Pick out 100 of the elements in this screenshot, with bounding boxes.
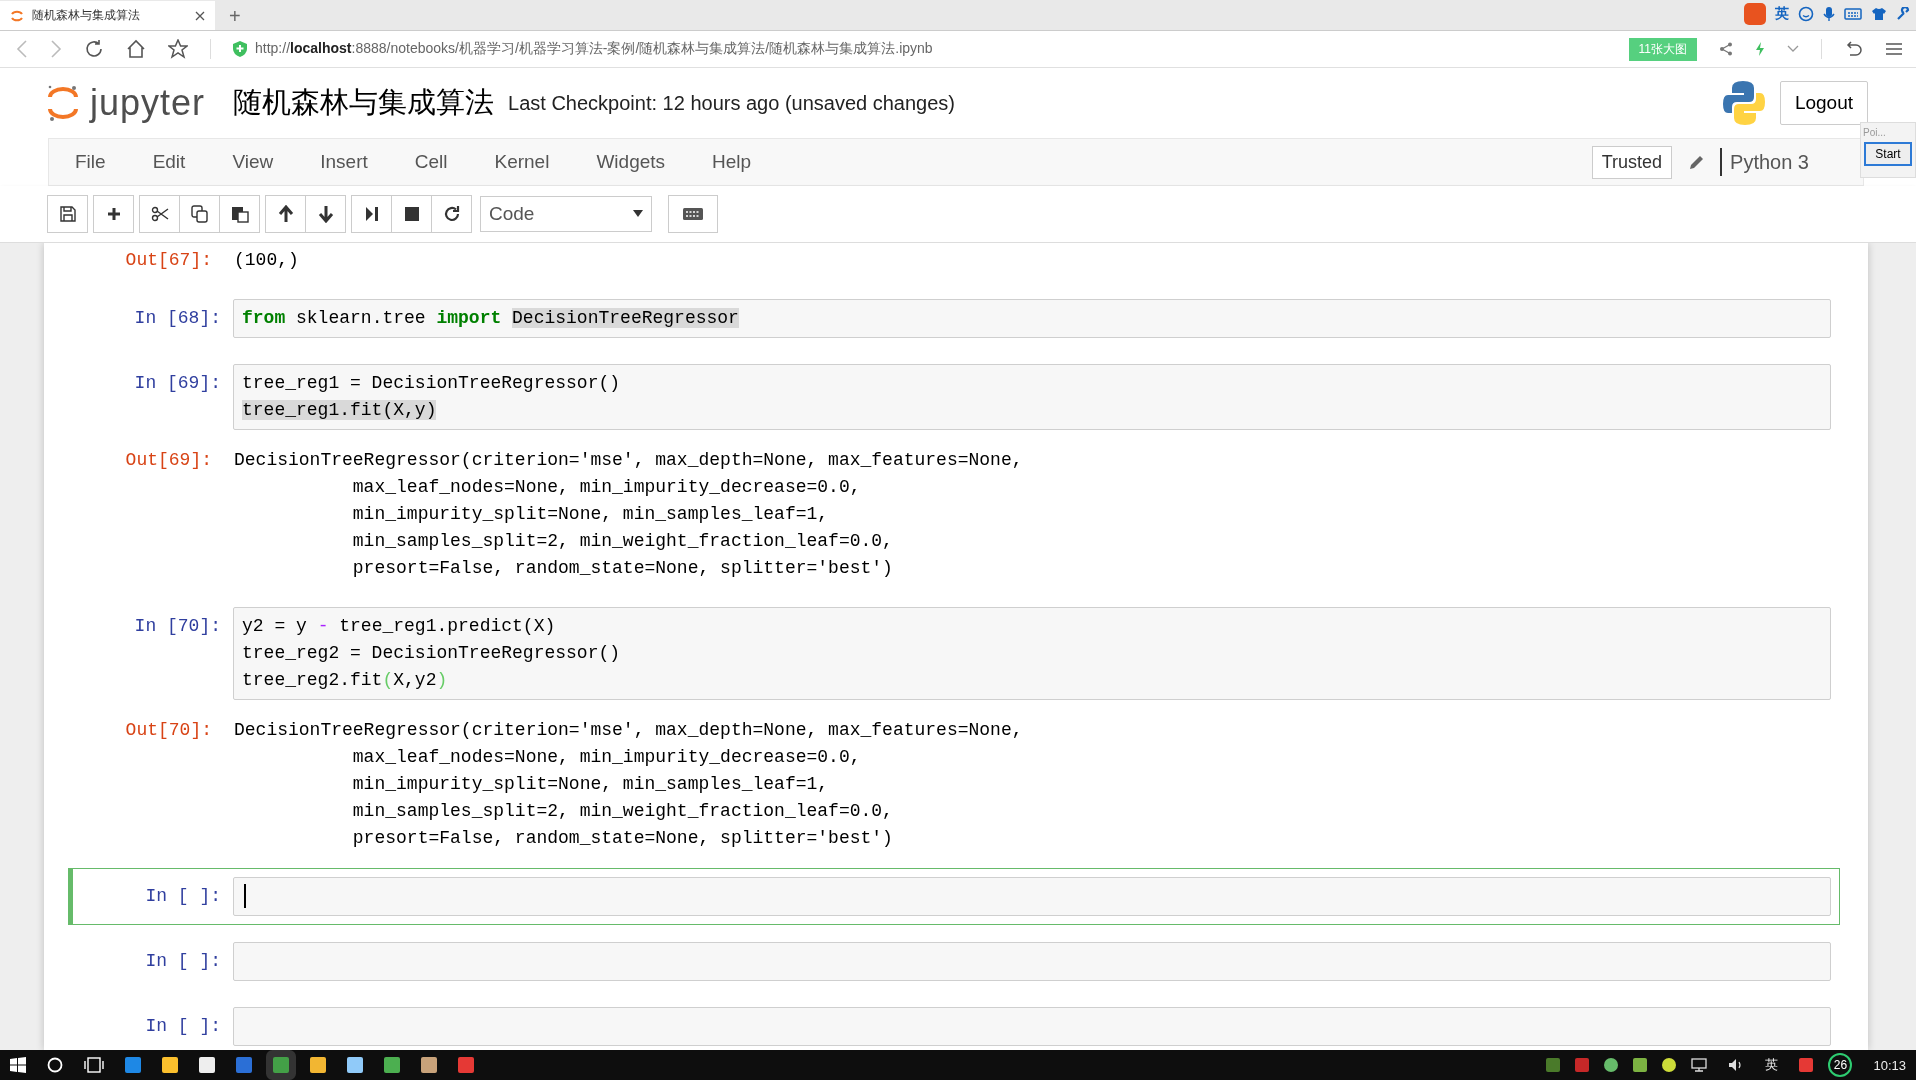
output-prompt: Out[70]: (124, 719, 213, 742)
save-icon (59, 206, 76, 222)
output-line: DecisionTreeRegressor(criterion='mse', max_depth=None, max_features=None, (234, 719, 1023, 742)
input-prompt: In [ ]: (144, 950, 222, 973)
menu-icon[interactable] (1886, 42, 1902, 56)
ime-mode[interactable]: 英 (1775, 5, 1789, 23)
stop-icon (403, 206, 420, 222)
code-cell[interactable]: In [ ]: (68, 998, 1840, 1050)
code-cell[interactable]: In [70]: y2 = y - tree_reg1.predict(X) tree_reg2 = DecisionTreeRegressor() tree_reg2.fit(X,y2) (68, 598, 1840, 709)
jupyter-logo-icon[interactable] (46, 83, 80, 123)
code-input[interactable]: tree_reg1 = DecisionTreeRegressor() tree_reg1.fit(X,y) (233, 364, 1831, 430)
cell-type-select[interactable]: Code (480, 196, 652, 232)
notification-count[interactable]: 26 (1828, 1053, 1853, 1077)
chevron-down-icon[interactable] (1787, 45, 1799, 53)
menu-item[interactable]: View (232, 151, 274, 173)
caret-icon (633, 210, 643, 218)
code-input[interactable] (233, 1007, 1831, 1046)
code-input[interactable]: from sklearn.tree import DecisionTreeRegressor (233, 299, 1831, 338)
code-cell[interactable]: In [ ]: (68, 933, 1840, 990)
smiley-icon[interactable] (1798, 6, 1814, 22)
logout-button[interactable]: Logout (1779, 81, 1868, 125)
scissors-icon (150, 206, 169, 222)
checkpoint-status: Last Checkpoint: 12 hours ago (unsaved changes) (508, 91, 955, 115)
code-cell[interactable]: In [68]: from sklearn.tree import DecisionTreeRegressor (68, 290, 1840, 347)
save-button[interactable] (47, 195, 88, 233)
menu-item[interactable]: Help (712, 151, 752, 173)
windows-start-icon[interactable] (10, 1057, 26, 1073)
browser-tab[interactable]: 随机森林与集成算法 (0, 1, 215, 30)
output-line: min_impurity_split=None, min_samples_leaf=1, (351, 773, 830, 796)
menu-item[interactable]: Cell (414, 151, 448, 173)
insert-button[interactable] (93, 195, 134, 233)
menu-item[interactable]: Edit (152, 151, 186, 173)
output-line: max_leaf_nodes=None, min_impurity_decrease=0.0, (351, 746, 862, 769)
copy-icon (190, 205, 209, 223)
network-icon[interactable] (1691, 1058, 1708, 1072)
shield-icon (233, 41, 247, 57)
run-icon (364, 206, 379, 222)
address-field[interactable]: http://localhost:8888/notebooks/机器学习/机器学习算法-案例/随机森林与集成算法/随机森林与集成算法.ipynb (255, 40, 933, 58)
star-icon[interactable] (168, 39, 188, 59)
text-cursor (244, 884, 246, 908)
jupyter-icon (10, 8, 24, 23)
code-input[interactable] (233, 877, 1831, 916)
run-button[interactable] (351, 195, 392, 233)
output-line: DecisionTreeRegressor(criterion='mse', max_depth=None, max_features=None, (234, 449, 1023, 472)
trusted-indicator[interactable]: Trusted (1591, 145, 1673, 179)
input-prompt: In [70]: (133, 615, 222, 638)
keyboard-icon[interactable] (1844, 8, 1862, 20)
input-prompt: In [68]: (133, 307, 222, 330)
python-logo-icon (1721, 80, 1766, 126)
new-tab-button[interactable]: + (229, 2, 241, 30)
reload-icon[interactable] (84, 39, 104, 59)
output-line: min_impurity_split=None, min_samples_leaf=1, (351, 503, 830, 526)
paste-button[interactable] (219, 195, 260, 233)
cut-button[interactable] (139, 195, 180, 233)
stop-button[interactable] (391, 195, 432, 233)
down-arrow-icon (317, 205, 334, 223)
keyboard-icon (682, 207, 704, 221)
close-icon[interactable] (195, 10, 205, 21)
menu-item[interactable]: File (75, 151, 106, 173)
popup-title: Poi... (1863, 127, 1886, 138)
menu-item[interactable]: Widgets (596, 151, 666, 173)
share-icon[interactable] (1719, 42, 1733, 56)
microphone-icon[interactable] (1823, 6, 1835, 22)
output-prompt: Out[69]: (124, 449, 213, 472)
kernel-name: Python 3 (1730, 150, 1809, 174)
keyboard-button[interactable] (668, 195, 718, 233)
restart-icon (442, 205, 461, 223)
output-line: presort=False, random_state=None, splitter='best') (351, 557, 894, 580)
output-line: max_leaf_nodes=None, min_impurity_decrease=0.0, (351, 476, 862, 499)
wrench-icon[interactable] (1896, 7, 1910, 21)
restart-button[interactable] (431, 195, 472, 233)
code-cell[interactable]: In [69]: tree_reg1 = DecisionTreeRegressor() tree_reg1.fit(X,y) (68, 355, 1840, 439)
code-input[interactable] (233, 942, 1831, 981)
copy-button[interactable] (179, 195, 220, 233)
down-button[interactable] (305, 195, 346, 233)
ime-mode[interactable]: 英 (1765, 1056, 1779, 1074)
tray-icon[interactable] (1662, 1058, 1677, 1072)
clock: 10:13 (1873, 1057, 1906, 1073)
menu-item[interactable]: Kernel (494, 151, 550, 173)
output-line: (100,) (234, 249, 299, 272)
output-line: min_samples_split=2, min_weight_fraction_leaf=0.0, (351, 800, 894, 823)
task-view-icon[interactable] (84, 1057, 104, 1073)
notebook-title[interactable]: 随机森林与集成算法 (233, 83, 495, 123)
code-input[interactable]: y2 = y - tree_reg1.predict(X) tree_reg2 = DecisionTreeRegressor() tree_reg2.fit(X,y2) (233, 607, 1831, 700)
input-prompt: In [69]: (133, 372, 222, 395)
plus-icon (105, 206, 122, 222)
tray-icon[interactable] (1604, 1058, 1619, 1072)
menu-item[interactable]: Insert (320, 151, 368, 173)
input-prompt: In [ ]: (144, 885, 222, 908)
code-cell[interactable]: In [ ]: (68, 868, 1840, 925)
paste-icon (230, 205, 249, 223)
search-icon[interactable] (47, 1057, 63, 1073)
output-line: min_samples_split=2, min_weight_fraction_leaf=0.0, (351, 530, 894, 553)
start-button[interactable]: Start (1864, 142, 1912, 166)
jupyter-logo-text[interactable]: jupyter (90, 82, 206, 124)
up-button[interactable] (265, 195, 306, 233)
home-icon[interactable] (126, 39, 146, 59)
shirt-icon[interactable] (1871, 7, 1887, 21)
undo-icon[interactable] (1844, 41, 1864, 57)
output-line: presort=False, random_state=None, splitter='best') (351, 827, 894, 850)
